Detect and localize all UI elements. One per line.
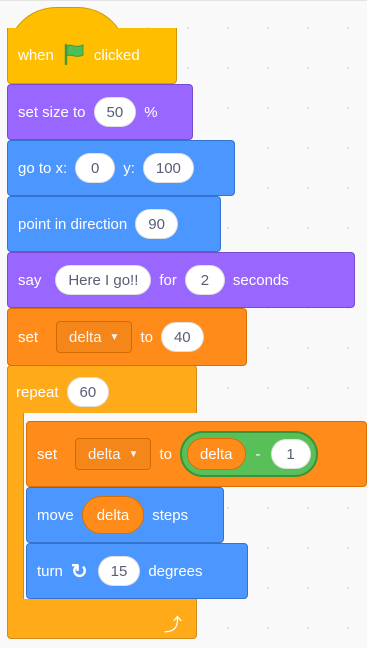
set-value-input[interactable]: 40 bbox=[160, 322, 204, 352]
variable-dropdown-2[interactable]: delta ▼ bbox=[75, 438, 152, 470]
variable-dropdown[interactable]: delta ▼ bbox=[56, 321, 133, 353]
move-label: move bbox=[37, 506, 74, 524]
repeat-label: repeat bbox=[16, 383, 59, 401]
turn-right-block[interactable]: turn ↻ 15 degrees bbox=[26, 543, 248, 599]
minus-sign: - bbox=[255, 445, 261, 463]
point-direction-label: point in direction bbox=[18, 215, 128, 233]
set-label: set bbox=[18, 328, 39, 346]
loop-arrow-icon: ⤴ bbox=[164, 615, 182, 635]
to-label-2: to bbox=[159, 445, 172, 463]
degrees-label: degrees bbox=[148, 562, 203, 580]
go-to-x-label: go to x: bbox=[18, 159, 68, 177]
repeat-header: repeat 60 bbox=[16, 373, 117, 411]
direction-input[interactable]: 90 bbox=[135, 209, 178, 239]
repeat-times-input[interactable]: 60 bbox=[66, 377, 110, 407]
green-flag-icon bbox=[62, 43, 86, 69]
rotate-clockwise-icon: ↻ bbox=[70, 560, 88, 583]
degrees-input[interactable]: 15 bbox=[97, 556, 141, 586]
message-input[interactable]: Here I go!! bbox=[55, 265, 152, 295]
subtract-value-input[interactable]: 1 bbox=[270, 439, 311, 469]
caret-down-icon: ▼ bbox=[109, 331, 120, 343]
percent-label: % bbox=[144, 103, 158, 121]
steps-label: steps bbox=[152, 506, 189, 524]
for-label: for bbox=[159, 271, 177, 289]
delta-reporter[interactable]: delta bbox=[186, 438, 246, 470]
when-label: when bbox=[18, 47, 54, 64]
set-variable-expression-block[interactable]: set delta ▼ to delta - 1 bbox=[26, 421, 367, 487]
go-to-xy-block[interactable]: go to x: 0 y: 100 bbox=[7, 140, 235, 196]
say-for-seconds-block[interactable]: say Here I go!! for 2 seconds bbox=[7, 252, 355, 308]
set-variable-block[interactable]: set delta ▼ to 40 bbox=[7, 308, 247, 366]
variable-name-2: delta bbox=[88, 445, 121, 463]
set-size-block[interactable]: set size to 50 % bbox=[7, 84, 193, 140]
seconds-label: seconds bbox=[232, 271, 289, 289]
when-flag-clicked-block[interactable]: when clicked bbox=[7, 28, 177, 84]
say-label: say bbox=[18, 271, 42, 289]
point-in-direction-block[interactable]: point in direction 90 bbox=[7, 196, 221, 252]
subtract-operator-block[interactable]: delta - 1 bbox=[179, 431, 318, 477]
size-input[interactable]: 50 bbox=[93, 97, 137, 127]
y-label: y: bbox=[123, 159, 135, 177]
caret-down-icon-2: ▼ bbox=[128, 448, 139, 460]
turn-label: turn bbox=[37, 562, 63, 580]
seconds-input[interactable]: 2 bbox=[184, 265, 225, 295]
clicked-label: clicked bbox=[93, 47, 140, 64]
delta-reporter-2[interactable]: delta bbox=[81, 496, 145, 534]
set-label-2: set bbox=[37, 445, 58, 463]
set-size-label: set size to bbox=[18, 103, 86, 121]
to-label: to bbox=[140, 328, 153, 346]
y-input[interactable]: 100 bbox=[142, 153, 194, 183]
move-steps-block[interactable]: move delta steps bbox=[26, 487, 224, 543]
variable-name: delta bbox=[69, 328, 102, 346]
x-input[interactable]: 0 bbox=[75, 153, 116, 183]
